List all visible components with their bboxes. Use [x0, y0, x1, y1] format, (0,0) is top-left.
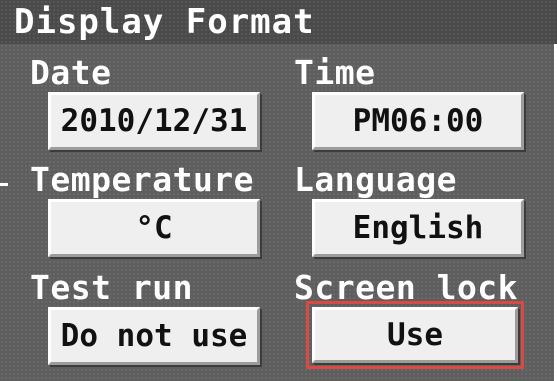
left-edge-marker — [0, 183, 8, 186]
date-value: 2010/12/31 — [60, 103, 248, 139]
temperature-value: °C — [135, 210, 173, 246]
page-title: Display Format — [14, 2, 315, 42]
test-run-label: Test run — [30, 268, 193, 307]
temperature-button[interactable]: °C — [48, 199, 260, 257]
date-button[interactable]: 2010/12/31 — [48, 92, 260, 150]
screen-lock-value: Use — [387, 317, 443, 353]
screen-lock-label: Screen lock — [294, 268, 519, 307]
display-format-screen: Display Format Date 2010/12/31 Time PM06… — [0, 0, 557, 381]
time-label: Time — [294, 53, 376, 92]
test-run-button[interactable]: Do not use — [48, 307, 260, 365]
date-label: Date — [30, 53, 112, 92]
language-value: English — [352, 210, 484, 246]
title-bar: Display Format — [0, 0, 557, 44]
language-label: Language — [294, 160, 457, 199]
time-value: PM06:00 — [352, 103, 484, 139]
time-button[interactable]: PM06:00 — [312, 92, 524, 150]
screen-lock-button[interactable]: Use — [306, 301, 524, 369]
language-button[interactable]: English — [312, 199, 524, 257]
temperature-label: Temperature — [30, 160, 255, 199]
test-run-value: Do not use — [60, 318, 248, 354]
